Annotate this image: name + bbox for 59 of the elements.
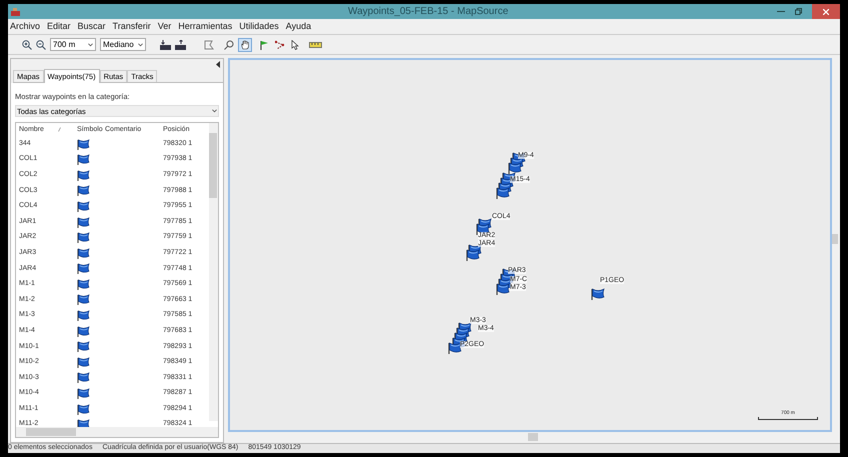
scale-bar: [758, 417, 818, 420]
flag-icon: [77, 232, 90, 244]
caret-icon: [88, 42, 93, 46]
map-tool-icon[interactable]: [204, 40, 214, 50]
flag-icon: [77, 263, 90, 274]
flag-icon: [508, 162, 522, 174]
menu-item[interactable]: Buscar: [78, 20, 106, 34]
flag-icon: [77, 388, 90, 400]
flag-icon: [466, 249, 480, 261]
caret-icon: [212, 109, 217, 114]
flag-icon: [77, 294, 90, 306]
hand-icon: [240, 40, 250, 50]
caret-icon: [138, 42, 143, 46]
flag-icon: [448, 342, 462, 354]
horizontal-scrollbar[interactable]: [16, 427, 218, 437]
window-title: Waypoints_05-FEB-15 - MapSource: [348, 5, 508, 19]
device-receive-icon[interactable]: [160, 40, 171, 50]
detail-dropdown[interactable]: Mediano: [100, 38, 146, 51]
menu-item[interactable]: Ver: [158, 20, 172, 34]
zoom-in-icon[interactable]: [22, 40, 32, 50]
flag-icon: [77, 154, 90, 166]
flag-icon: [77, 341, 90, 352]
route-tool-icon[interactable]: [275, 40, 285, 50]
flag-icon: [77, 248, 90, 259]
pointer-icon[interactable]: [291, 40, 299, 50]
flag-icon: [77, 216, 90, 228]
flag-icon: [77, 200, 90, 212]
flag-tool-icon[interactable]: [260, 40, 269, 50]
menu-item[interactable]: Editar: [47, 20, 71, 34]
flag-icon: [77, 310, 90, 322]
zoom-out-icon[interactable]: [36, 40, 46, 50]
flag-icon: [77, 170, 90, 181]
menu-item[interactable]: Ayuda: [286, 20, 312, 34]
hand-tool-button[interactable]: [238, 38, 252, 52]
zoom-tool-icon[interactable]: [224, 40, 234, 50]
flag-icon: [77, 185, 90, 196]
close-button[interactable]: [812, 4, 840, 19]
device-send-icon[interactable]: [175, 40, 186, 50]
zoom-dropdown[interactable]: 700 m: [50, 38, 96, 51]
flag-icon: [77, 326, 90, 337]
flag-icon: [77, 138, 90, 150]
menu-item[interactable]: Archivo: [10, 20, 40, 34]
menu-item[interactable]: Utilidades: [239, 20, 279, 34]
ruler-icon[interactable]: [309, 42, 322, 48]
flag-icon: [77, 278, 90, 290]
sort-icon: [58, 127, 61, 132]
flag-icon: [591, 288, 605, 300]
flag-icon: [77, 372, 90, 384]
close-icon: [823, 8, 829, 14]
flag-icon: [496, 283, 510, 295]
vertical-scrollbar[interactable]: [209, 123, 218, 422]
flag-icon: [496, 187, 510, 199]
restore-icon[interactable]: [795, 8, 802, 15]
flag-icon: [77, 404, 90, 415]
app-icon: [11, 8, 20, 16]
collapse-arrow-icon[interactable]: [216, 61, 221, 68]
menu-item[interactable]: Transferir: [112, 20, 151, 34]
flag-icon: [77, 356, 90, 368]
menu-item[interactable]: Herramientas: [178, 20, 232, 34]
